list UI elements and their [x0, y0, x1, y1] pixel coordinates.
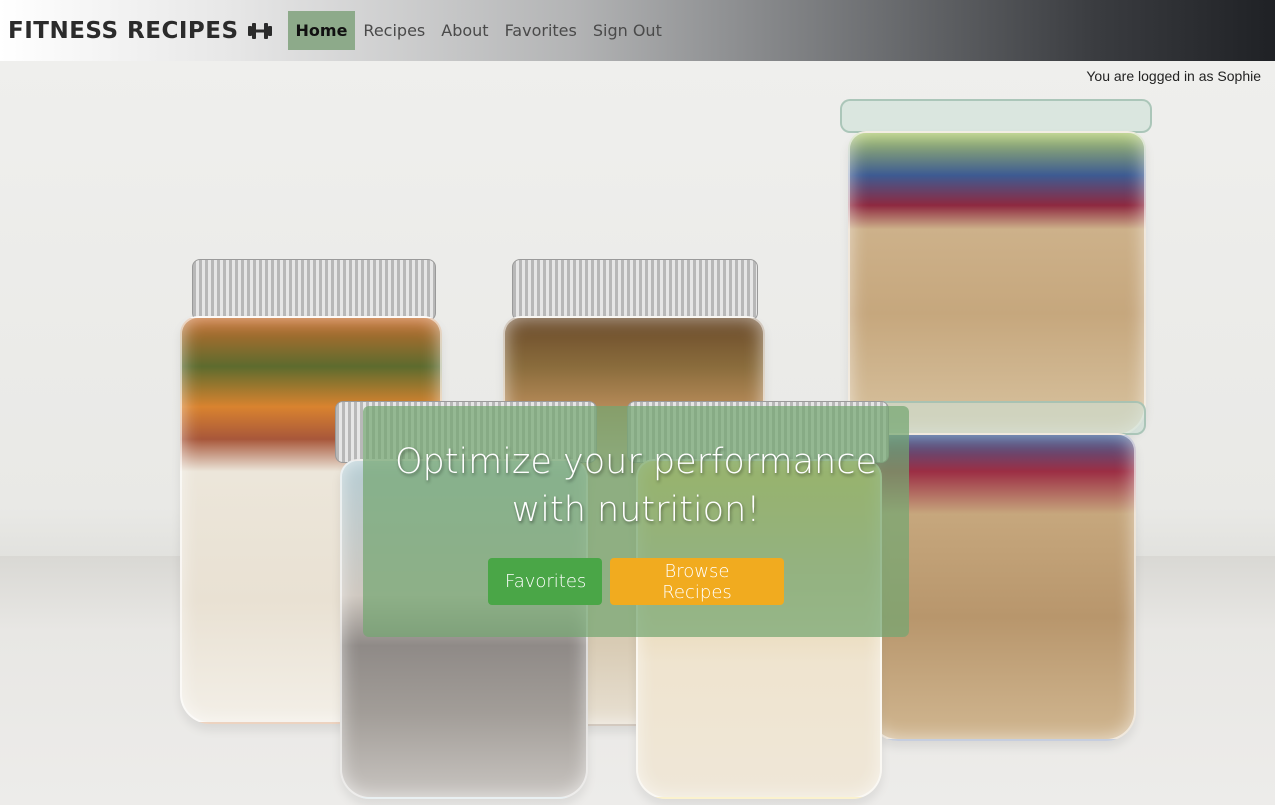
dumbbell-icon: [247, 22, 272, 39]
cta-buttons: Favorites Browse Recipes: [488, 558, 784, 605]
login-status: You are logged in as Sophie: [1086, 68, 1261, 84]
browse-recipes-button[interactable]: Browse Recipes: [610, 558, 784, 605]
granola-jar: [848, 131, 1146, 436]
nav-links: Home Recipes About Favorites Sign Out: [287, 11, 670, 51]
nav-sign-out[interactable]: Sign Out: [585, 11, 670, 50]
brand-logo[interactable]: FITNESS RECIPES: [8, 11, 273, 51]
jar-lid: [840, 99, 1152, 133]
hero-headline: Optimize your performance with nutrition…: [394, 442, 878, 530]
nav-recipes[interactable]: Recipes: [355, 11, 433, 50]
nav-home[interactable]: Home: [287, 11, 356, 50]
jar-lid: [512, 259, 758, 321]
jar-lid: [192, 259, 436, 321]
brand-name: FITNESS RECIPES: [8, 17, 239, 44]
favorites-button[interactable]: Favorites: [488, 558, 602, 605]
navbar: FITNESS RECIPES Home Recipes About Favor…: [0, 0, 1275, 61]
hero-cta-panel: Optimize your performance with nutrition…: [363, 406, 909, 637]
nav-about[interactable]: About: [433, 11, 496, 50]
nav-favorites[interactable]: Favorites: [497, 11, 585, 50]
